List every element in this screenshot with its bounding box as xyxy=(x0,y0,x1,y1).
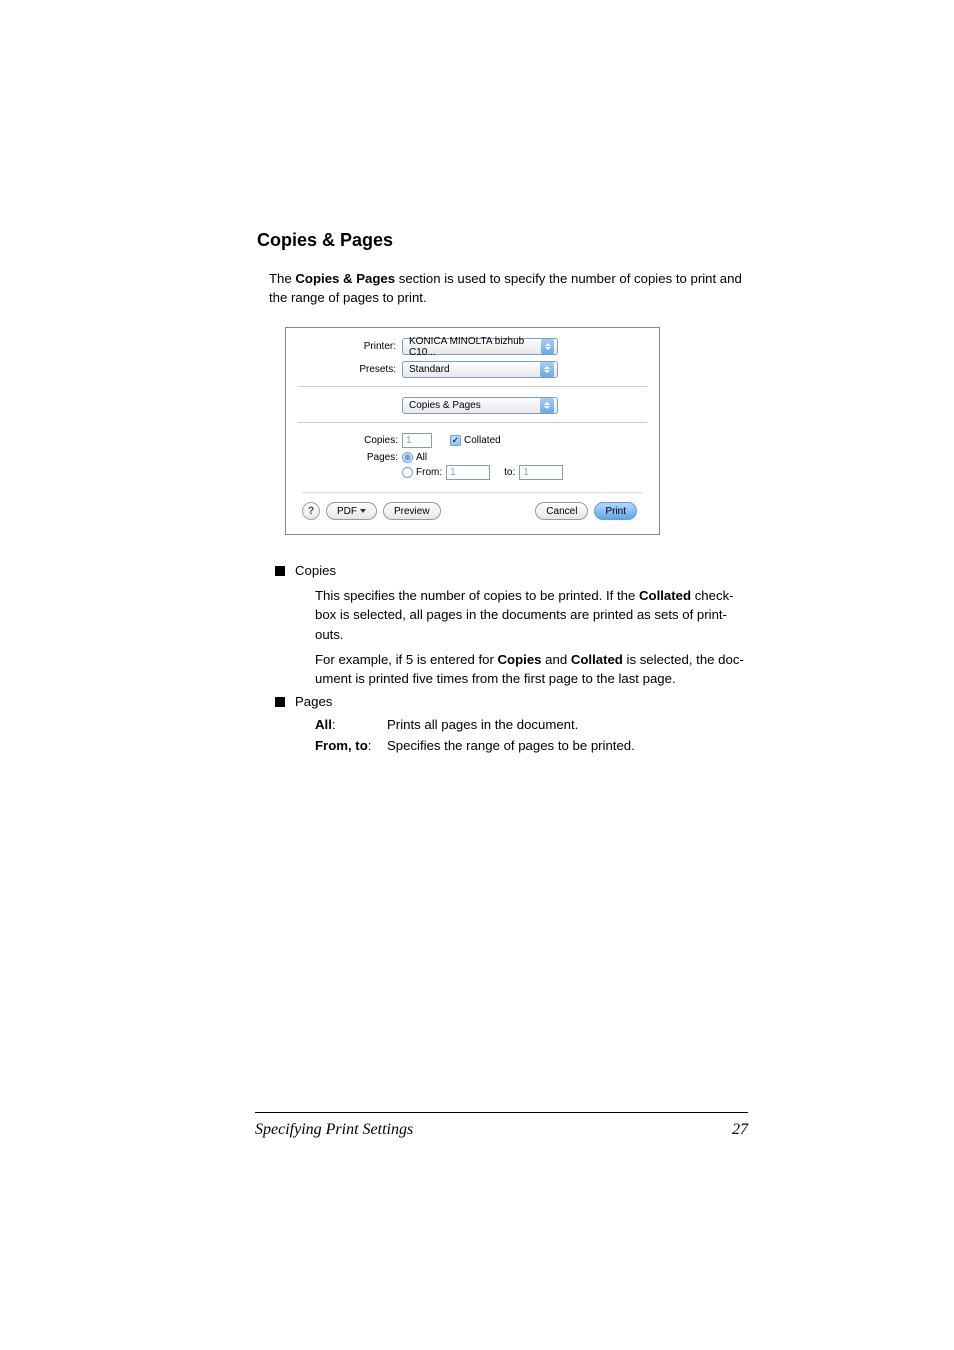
pdf-label: PDF xyxy=(337,506,357,517)
page-number: 27 xyxy=(732,1121,748,1139)
pages-all-label: All xyxy=(416,452,427,463)
copies-description: This specifies the number of copies to b… xyxy=(315,586,744,643)
pdf-button[interactable]: PDF xyxy=(326,502,377,520)
to-input[interactable]: 1 xyxy=(519,465,563,480)
cancel-button[interactable]: Cancel xyxy=(535,502,588,520)
fromto-term: From, to xyxy=(315,738,368,753)
copies-label: Copies: xyxy=(352,435,398,446)
print-button[interactable]: Print xyxy=(594,502,637,520)
divider xyxy=(298,386,647,387)
printer-value: KONICA MINOLTA bizhub C10... xyxy=(409,336,541,358)
preview-button[interactable]: Preview xyxy=(383,502,441,520)
page-footer: Specifying Print Settings 27 xyxy=(255,1112,748,1139)
list-item: Pages xyxy=(275,694,744,709)
panel-select[interactable]: Copies & Pages xyxy=(402,397,558,414)
collated-checkbox[interactable]: ✓ xyxy=(450,435,461,446)
bullet-copies-title: Copies xyxy=(295,563,336,578)
bullet-list: Copies This specifies the number of copi… xyxy=(275,563,744,753)
chevron-down-icon xyxy=(360,509,366,513)
collated-label: Collated xyxy=(464,435,501,446)
b: Collated xyxy=(571,652,623,667)
divider xyxy=(302,492,643,494)
intro-text-1: The xyxy=(269,271,295,286)
b: Collated xyxy=(639,588,691,603)
dropdown-arrows-icon xyxy=(541,339,554,354)
panel-value: Copies & Pages xyxy=(409,400,481,411)
section-heading: Copies & Pages xyxy=(257,230,744,251)
printer-select[interactable]: KONICA MINOLTA bizhub C10... xyxy=(402,338,558,355)
help-button[interactable]: ? xyxy=(302,502,320,520)
presets-value: Standard xyxy=(409,364,450,375)
t: and xyxy=(541,652,570,667)
presets-label: Presets: xyxy=(302,364,402,375)
pages-label: Pages: xyxy=(352,452,398,463)
to-label: to: xyxy=(504,467,515,478)
check-icon: ✓ xyxy=(452,436,460,445)
bullet-pages-title: Pages xyxy=(295,694,332,709)
square-bullet-icon xyxy=(275,566,285,576)
definition-row: All: Prints all pages in the document. xyxy=(315,717,744,732)
copies-example: For example, if 5 is entered for Copies … xyxy=(315,650,744,688)
divider xyxy=(298,422,647,423)
pages-from-radio[interactable] xyxy=(402,467,413,478)
t: This specifies the number of copies to b… xyxy=(315,588,639,603)
print-dialog: Printer: KONICA MINOLTA bizhub C10... Pr… xyxy=(285,327,660,535)
definition-row: From, to: Specifies the range of pages t… xyxy=(315,738,744,753)
dropdown-arrows-icon xyxy=(540,398,554,413)
all-term: All xyxy=(315,717,332,732)
copies-input[interactable]: 1 xyxy=(402,433,432,448)
pages-all-radio[interactable] xyxy=(402,452,413,463)
printer-label: Printer: xyxy=(302,341,402,352)
square-bullet-icon xyxy=(275,697,285,707)
intro-bold: Copies & Pages xyxy=(295,271,395,286)
presets-select[interactable]: Standard xyxy=(402,361,558,378)
all-desc: Prints all pages in the document. xyxy=(387,717,744,732)
t: For example, if 5 is entered for xyxy=(315,652,498,667)
from-label: From: xyxy=(416,467,442,478)
from-input[interactable]: 1 xyxy=(446,465,490,480)
list-item: Copies xyxy=(275,563,744,578)
footer-title: Specifying Print Settings xyxy=(255,1121,413,1139)
intro-paragraph: The Copies & Pages section is used to sp… xyxy=(269,269,744,307)
dropdown-arrows-icon xyxy=(540,362,554,377)
fromto-desc: Specifies the range of pages to be print… xyxy=(387,738,744,753)
b: Copies xyxy=(498,652,542,667)
